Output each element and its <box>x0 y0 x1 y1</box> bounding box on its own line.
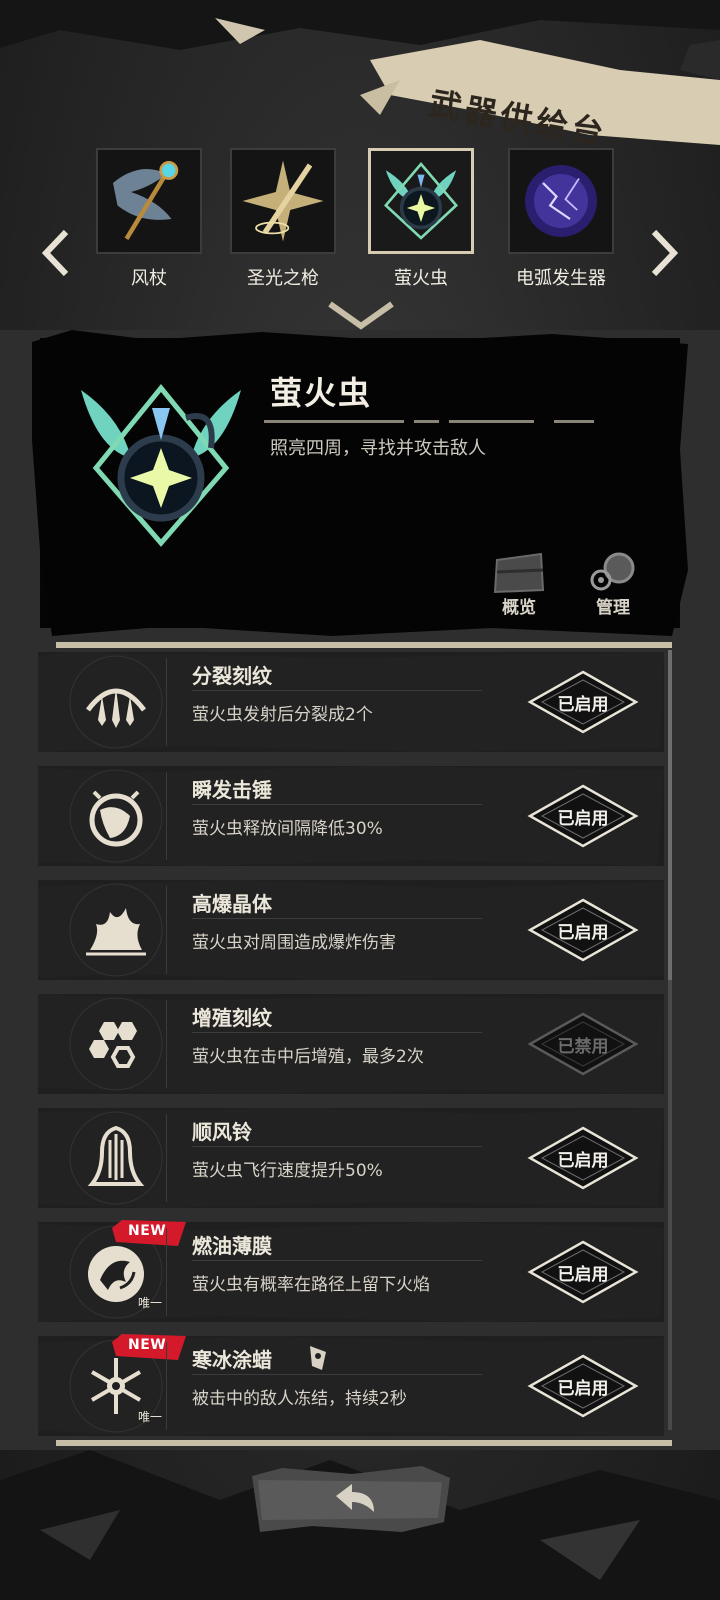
rune-toggle-button[interactable]: 已启用 <box>524 1236 642 1308</box>
manage-label: 管理 <box>596 598 630 618</box>
weapon-title: 萤火虫 <box>270 374 373 412</box>
rune-separator <box>192 690 482 691</box>
weapon-selector: 风杖 圣光之枪 萤火虫 电弧发生器 <box>0 140 720 300</box>
manage-button[interactable]: 管理 <box>580 550 646 620</box>
horn-icon <box>310 1346 326 1370</box>
holy-lance-icon <box>242 160 324 242</box>
rune-status: 已启用 <box>557 695 609 715</box>
return-arrow-icon <box>336 1484 374 1512</box>
rune-toggle-button[interactable]: 已启用 <box>524 780 642 852</box>
rune-toggle-button[interactable]: 已启用 <box>524 1122 642 1194</box>
rune-status: 已禁用 <box>557 1037 609 1057</box>
rune-name: 寒冰涂蜡 <box>192 1348 272 1372</box>
rune-separator <box>192 1146 482 1147</box>
rune-name: 高爆晶体 <box>192 892 272 916</box>
rune-description: 萤火虫对周围造成爆炸伤害 <box>192 933 396 953</box>
weapon-tab-firefly[interactable]: 萤火虫 <box>366 148 476 289</box>
hexagon-cluster-icon <box>89 1022 137 1068</box>
split-icon <box>85 688 147 728</box>
bell-icon <box>87 1125 145 1186</box>
unique-tag: 唯一 <box>138 1296 163 1310</box>
scrollbar-thumb[interactable] <box>668 650 672 980</box>
gear-icon <box>590 552 635 591</box>
weapon-detail-panel: 萤火虫 照亮四周，寻找并攻击敌人 概览 管理 <box>32 330 688 636</box>
weapon-description: 照亮四周，寻找并攻击敌人 <box>270 438 486 459</box>
rune-description: 被击中的敌人冻结，持续2秒 <box>192 1389 407 1409</box>
rune-divider <box>166 1000 167 1088</box>
new-label: NEW <box>128 1337 167 1353</box>
rune-status: 已启用 <box>557 923 609 943</box>
weapon-frame <box>96 148 202 254</box>
overview-label: 概览 <box>502 598 536 618</box>
rune-description: 萤火虫在击中后增殖，最多2次 <box>192 1047 424 1067</box>
list-item: 增殖刻纹 萤火虫在击中后增殖，最多2次 已禁用 <box>38 994 664 1094</box>
weapon-name: 风杖 <box>131 268 167 289</box>
rune-toggle-button[interactable]: 已启用 <box>524 666 642 738</box>
rune-name: 增殖刻纹 <box>192 1006 272 1030</box>
rune-separator <box>192 918 482 919</box>
rune-status: 已启用 <box>557 1379 609 1399</box>
title-underline <box>264 420 594 423</box>
new-label: NEW <box>128 1223 167 1239</box>
rune-description: 萤火虫释放间隔降低30% <box>192 819 383 839</box>
rune-name: 顺风铃 <box>192 1120 252 1144</box>
unique-tag: 唯一 <box>138 1410 163 1424</box>
explosion-icon <box>86 908 146 956</box>
list-item: NEW 唯一 寒冰涂蜡 被击中的敌人冻结，持续2秒 已启用 <box>38 1334 664 1436</box>
weapon-tab-wind-staff[interactable]: 风杖 <box>94 148 204 289</box>
rune-divider <box>166 658 167 746</box>
rune-name: 分裂刻纹 <box>192 664 272 688</box>
arc-generator-icon <box>525 165 597 237</box>
back-button[interactable] <box>252 1466 450 1532</box>
list-top-divider <box>56 642 672 648</box>
list-item: NEW 唯一 燃油薄膜 萤火虫有概率在路径上留下火焰 已启用 <box>38 1220 664 1322</box>
chevron-right-icon[interactable] <box>650 228 680 278</box>
weapon-frame <box>368 148 474 254</box>
rune-status: 已启用 <box>557 1265 609 1285</box>
rune-divider <box>166 1114 167 1202</box>
rune-status: 已启用 <box>557 809 609 829</box>
rune-name: 燃油薄膜 <box>192 1234 272 1258</box>
rune-separator <box>192 1260 482 1261</box>
new-badge: NEW <box>112 1220 186 1246</box>
list-item: 瞬发击锤 萤火虫释放间隔降低30% 已启用 <box>38 766 664 866</box>
crate-icon <box>493 552 545 594</box>
chevron-down-icon <box>328 301 394 330</box>
firefly-icon <box>383 162 459 240</box>
weapon-frame <box>508 148 614 254</box>
list-item: 高爆晶体 萤火虫对周围造成爆炸伤害 已启用 <box>38 880 664 980</box>
rune-divider <box>166 886 167 974</box>
rune-name: 瞬发击锤 <box>192 778 272 802</box>
rune-separator <box>192 804 482 805</box>
rune-divider <box>166 772 167 860</box>
new-badge: NEW <box>112 1334 186 1360</box>
weapon-name: 萤火虫 <box>394 268 448 289</box>
weapon-name: 圣光之枪 <box>247 268 319 289</box>
rune-divider <box>166 1342 167 1430</box>
rune-separator <box>192 1374 482 1375</box>
list-bottom-divider <box>56 1440 672 1446</box>
rune-separator <box>192 1032 482 1033</box>
rune-status: 已启用 <box>557 1151 609 1171</box>
weapon-tab-arc-generator[interactable]: 电弧发生器 <box>506 148 616 289</box>
weapon-frame <box>230 148 336 254</box>
weapon-name: 电弧发生器 <box>516 268 606 289</box>
rune-toggle-button[interactable]: 已启用 <box>524 894 642 966</box>
list-item: 顺风铃 萤火虫飞行速度提升50% 已启用 <box>38 1108 664 1208</box>
rune-toggle-button[interactable]: 已启用 <box>524 1350 642 1422</box>
rune-description: 萤火虫发射后分裂成2个 <box>192 705 373 725</box>
title-banner: 武器供给台 <box>360 40 720 153</box>
rune-toggle-button[interactable]: 已禁用 <box>524 1008 642 1080</box>
wind-staff-icon <box>113 160 179 240</box>
rune-divider <box>166 1228 167 1316</box>
firefly-large-icon <box>81 384 241 547</box>
list-item: 分裂刻纹 萤火虫发射后分裂成2个 已启用 <box>38 652 664 752</box>
rune-description: 萤火虫有概率在路径上留下火焰 <box>192 1275 430 1295</box>
weapon-tab-holy-lance[interactable]: 圣光之枪 <box>228 148 338 289</box>
rune-description: 萤火虫飞行速度提升50% <box>192 1161 383 1181</box>
chevron-left-icon[interactable] <box>40 228 70 278</box>
timer-icon <box>89 790 143 847</box>
rune-list: 分裂刻纹 萤火虫发射后分裂成2个 已启用 瞬发击锤 萤火虫释放间隔降低30% 已… <box>38 652 664 1450</box>
overview-button[interactable]: 概览 <box>486 550 552 620</box>
